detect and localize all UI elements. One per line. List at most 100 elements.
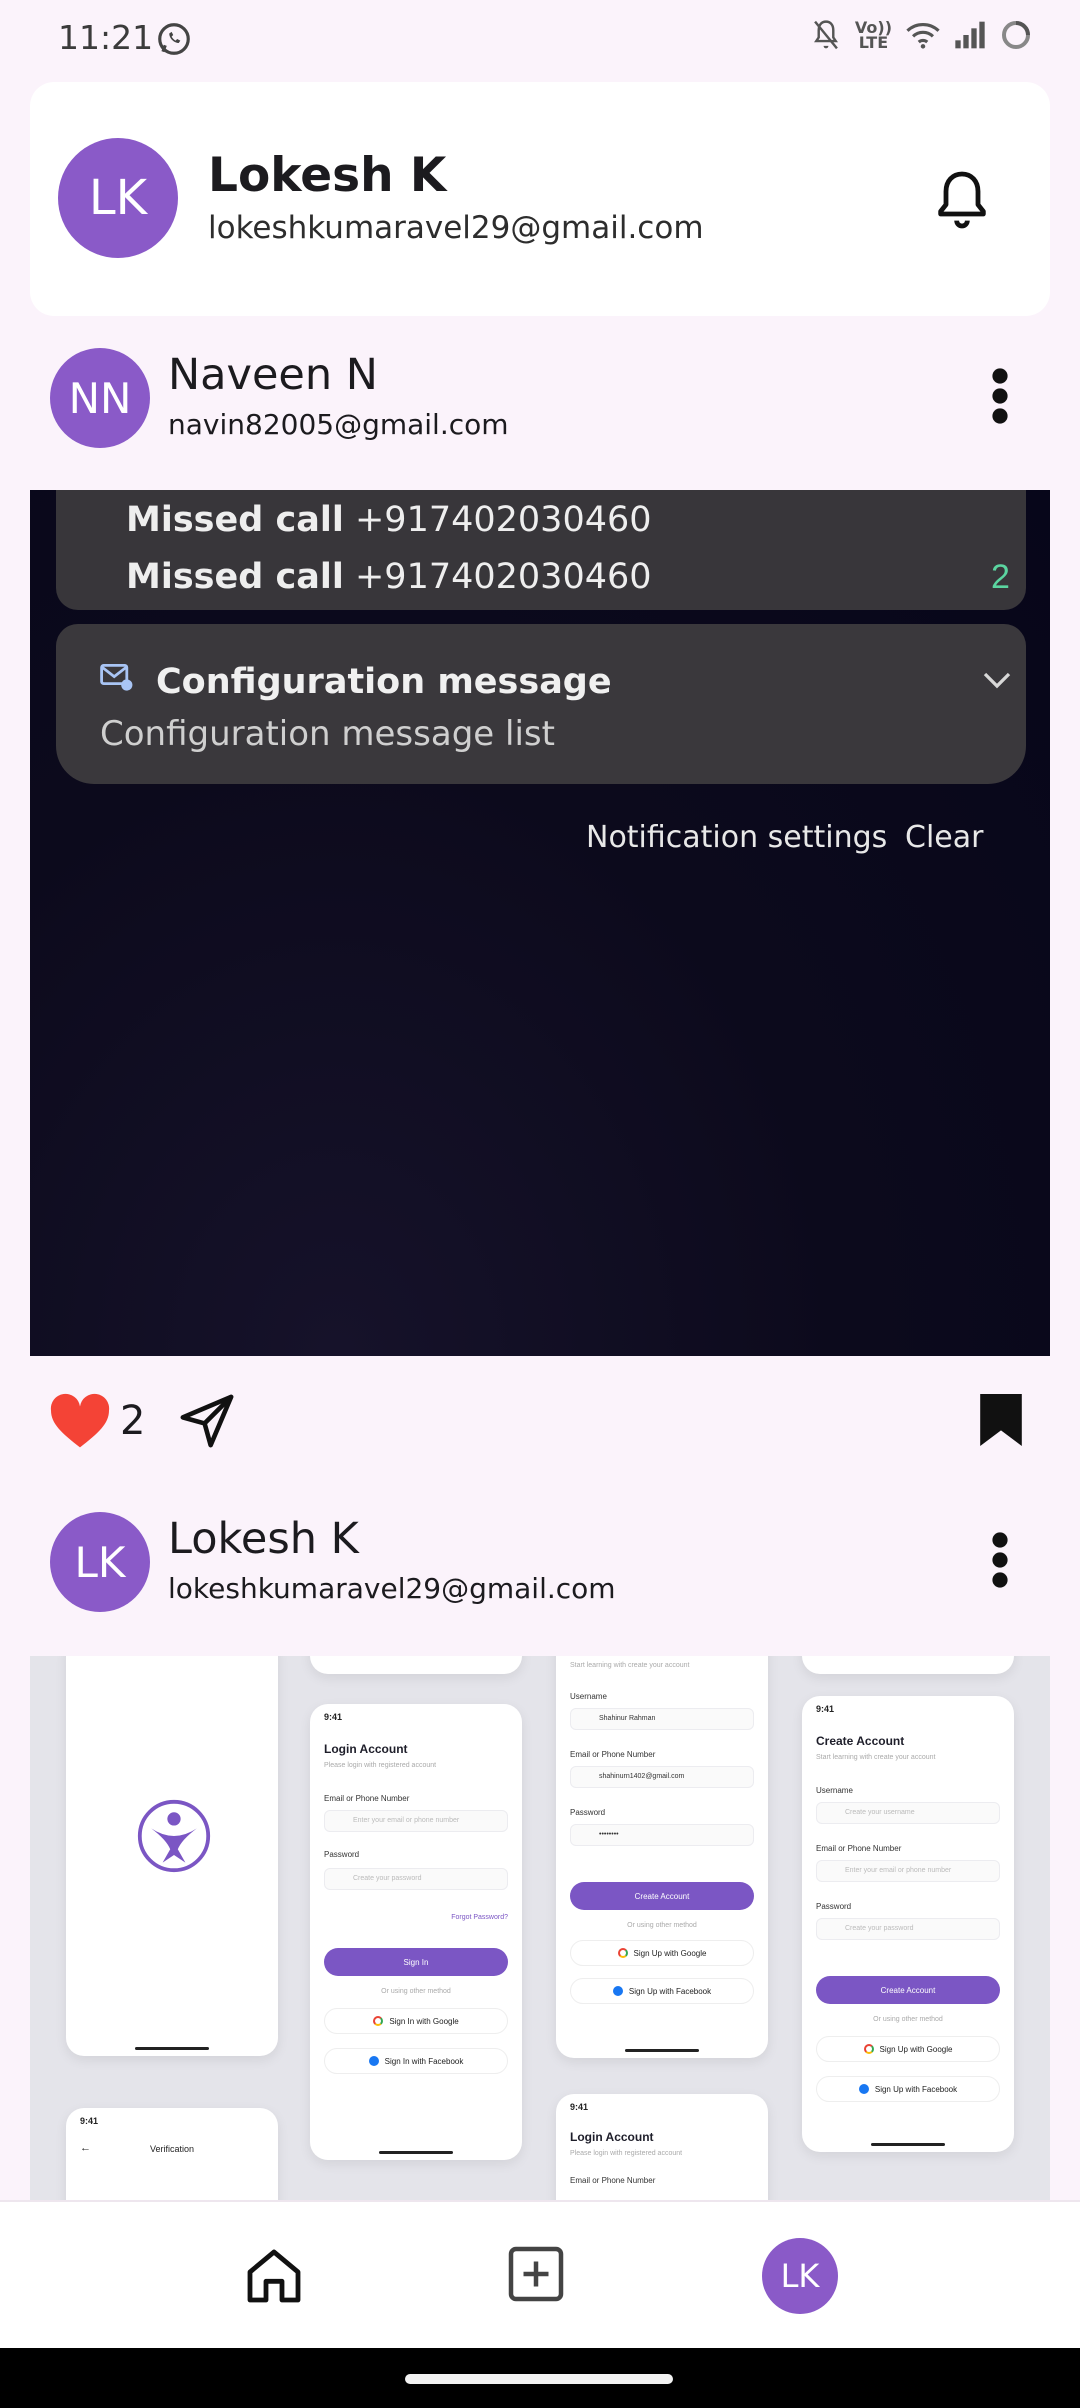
bottom-navigation: LK [0,2200,1080,2348]
status-icons: Vo)) LTE [811,18,1032,52]
more-options-icon[interactable] [985,1530,1015,1590]
chevron-down-icon [983,672,1011,689]
profile-email: lokeshkumaravel29@gmail.com [208,210,704,246]
mockup-login-screen-2: 9:41 Login Account Please login with reg… [556,2094,768,2200]
mockup-create-title: Create Account [816,1734,905,1748]
mockup-login-screen: 9:41 Login Account Please login with reg… [310,1704,522,2160]
mockup-password-label: Password [816,1902,852,1911]
gesture-handle[interactable] [405,2374,673,2384]
mockup-facebook-sign-up: Sign Up with Facebook [816,2076,1000,2102]
mockup-password-field: Create your password [324,1868,508,1890]
post-image[interactable]: Missed call +917402030460 Missed call +9… [30,490,1050,1356]
post-author-avatar[interactable]: NN [50,348,150,448]
mockup-username-field: Create your username [816,1802,1000,1824]
heart-icon[interactable] [48,1392,112,1450]
missed-call-count: 2 [991,558,1010,596]
volte-icon: Vo)) LTE [854,18,892,52]
mockup-facebook-sign-up: Sign Up with Facebook [570,1978,754,2004]
mockup-phone-edge [310,1656,522,1674]
add-post-icon[interactable] [506,2244,566,2304]
mockup-time: 9:41 [570,2102,589,2112]
mockup-create-account-button: Create Account [816,1976,1000,2004]
like-count: 2 [120,1398,146,1444]
mockup-email-field: Enter your email or phone number [816,1860,1000,1882]
mockup-phone-edge [802,1656,1014,1674]
post-header: NN Naveen N navin82005@gmail.com [0,336,1080,456]
mockup-email-field: shahinurn1402@gmail.com [570,1766,754,1788]
post-author-email: lokeshkumaravel29@gmail.com [168,1572,616,1605]
send-icon[interactable] [178,1392,236,1450]
mockup-verification-screen: 9:41 ← Verification [66,2108,278,2200]
mockup-verification-title: Verification [149,2144,195,2154]
mockup-forgot-password: Forgot Password? [451,1914,508,1921]
mockup-other-method: Or using other method [627,1922,697,1929]
mockup-password-label: Password [324,1850,360,1859]
mockup-email-label: Email or Phone Number [324,1794,410,1803]
mockup-time: 9:41 [324,1712,343,1722]
mockup-login-subtitle: Please login with registered account [324,1762,437,1769]
mockup-login-subtitle: Please login with registered account [570,2150,683,2157]
signal-icon [955,21,985,49]
missed-call-row: Missed call +917402030460 [126,500,652,540]
post-author-avatar[interactable]: LK [50,1512,150,1612]
system-navigation-bar [0,2348,1080,2408]
mockup-username-label: Username [816,1786,853,1795]
mockup-facebook-sign-in: Sign In with Facebook [324,2048,508,2074]
mockup-other-method: Or using other method [873,2016,943,2023]
mockup-email-field: Enter your email or phone number [324,1810,508,1832]
post-actions: 2 [0,1380,1080,1460]
google-icon [373,2016,384,2026]
mockup-other-method: Or using other method [381,1988,451,1995]
google-icon [863,2044,874,2054]
bookmark-icon[interactable] [980,1394,1022,1446]
home-indicator [379,2151,453,2154]
wifi-icon [906,23,940,49]
home-indicator [625,2049,699,2052]
mockup-time: 9:41 [816,1704,835,1714]
mockup-create-subtitle: Start learning with create your account [570,1662,690,1669]
mockup-username-label: Username [570,1692,607,1701]
status-bar: 11:21 Vo)) LTE [0,0,1080,80]
notification-title: Configuration message [156,662,612,702]
post-header: LK Lokesh K lokeshkumaravel29@gmail.com [0,1500,1080,1620]
status-time: 11:21 [58,18,154,57]
more-options-icon[interactable] [985,366,1015,426]
mockup-login-title: Login Account [324,1742,408,1756]
mockup-email-label: Email or Phone Number [816,1844,902,1853]
mockup-username-field: Shahinur Rahman [570,1708,754,1730]
bell-icon[interactable] [930,166,994,230]
mockup-google-sign-up: Sign Up with Google [816,2036,1000,2062]
mockup-time: 9:41 [80,2116,99,2126]
notification-settings-text: Notification settings [586,820,888,855]
mockup-password-label: Password [570,1808,606,1817]
mockup-sign-in-button: Sign In [324,1948,508,1976]
app-logo-icon [137,1799,211,1873]
mockup-create-subtitle: Start learning with create your account [816,1754,936,1761]
profile-avatar[interactable]: LK [58,138,178,258]
mockup-google-sign-up: Sign Up with Google [570,1940,754,1966]
mockup-password-field: Create your password [816,1918,1000,1940]
mockup-splash-screen [66,1656,278,2056]
missed-call-notification: Missed call +917402030460 Missed call +9… [56,490,1026,610]
configuration-notification: Configuration message Configuration mess… [56,624,1026,784]
mockup-login-title: Login Account [570,2130,654,2144]
post-image[interactable]: 9:41 ← Verification 9:41 Login Account P… [30,1656,1050,2200]
post-author-email: navin82005@gmail.com [168,408,509,441]
mockup-google-sign-in: Sign In with Google [324,2008,508,2034]
mockup-create-account-empty: 9:41 Create Account Start learning with … [802,1696,1014,2152]
facebook-icon [858,2084,869,2094]
mockup-create-account-button: Create Account [570,1882,754,1910]
clear-text: Clear [905,820,984,855]
profile-card[interactable]: LK Lokesh K lokeshkumaravel29@gmail.com [30,82,1050,316]
message-settings-icon [100,664,133,691]
facebook-icon [612,1986,623,1996]
loading-icon [1002,21,1030,49]
nav-profile-avatar[interactable]: LK [762,2238,838,2314]
home-icon[interactable] [242,2244,306,2308]
bell-muted-icon [813,20,838,50]
facebook-icon [368,2056,379,2066]
mockup-create-account-filled: Start learning with create your account … [556,1656,768,2058]
mockup-password-field: •••••••• [570,1824,754,1846]
whatsapp-icon [158,23,190,55]
profile-name: Lokesh K [208,148,447,203]
